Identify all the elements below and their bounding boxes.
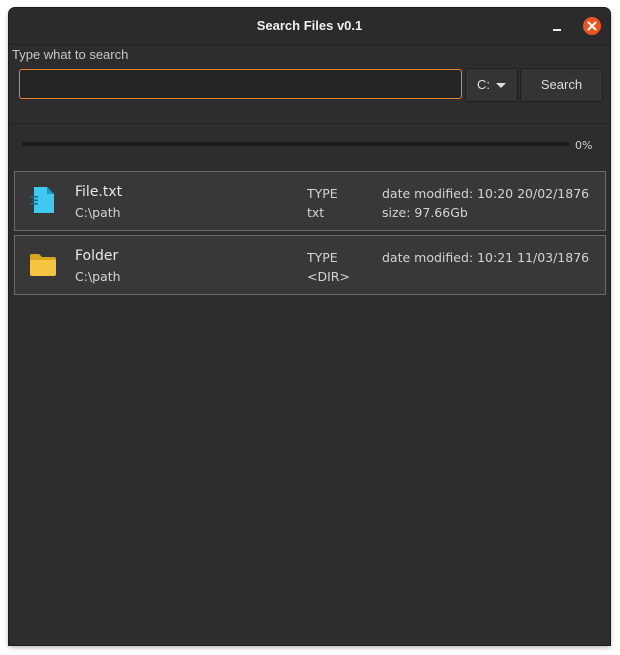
result-path: C:\path <box>75 205 121 220</box>
drive-select[interactable]: C: <box>465 68 518 102</box>
close-button[interactable] <box>583 17 601 35</box>
search-group: Type what to search C: Search <box>9 45 610 124</box>
result-type-label: TYPE <box>307 250 338 265</box>
result-row-folder[interactable]: Folder C:\path TYPE <DIR> date modified:… <box>14 235 606 295</box>
chevron-down-icon <box>496 83 506 88</box>
result-date-modified: date modified: 10:21 11/03/1876 <box>382 250 590 265</box>
result-size: size: 97.66Gb <box>382 205 468 220</box>
search-input[interactable] <box>19 69 462 99</box>
result-type: <DIR> <box>307 269 350 284</box>
progress-text: 0% <box>575 139 593 152</box>
result-path: C:\path <box>75 269 121 284</box>
minimize-icon <box>553 29 561 31</box>
search-label: Type what to search <box>12 47 129 62</box>
drive-select-value: C: <box>477 77 490 92</box>
text-file-icon <box>30 187 54 213</box>
close-icon <box>587 21 597 31</box>
result-type-label: TYPE <box>307 186 338 201</box>
result-name: Folder <box>75 248 119 264</box>
search-button[interactable]: Search <box>520 68 603 102</box>
result-date-modified: date modified: 10:20 20/02/1876 <box>382 186 590 201</box>
result-name: File.txt <box>75 184 123 200</box>
result-row-file[interactable]: File.txt C:\path TYPE txt date modified:… <box>14 171 606 231</box>
progress-bar <box>22 142 570 146</box>
folder-icon <box>30 254 56 276</box>
minimize-button[interactable] <box>549 18 565 34</box>
title-bar[interactable]: Search Files v0.1 <box>9 8 610 45</box>
app-window: Search Files v0.1 Type what to search C:… <box>9 8 610 645</box>
window-title: Search Files v0.1 <box>256 18 363 33</box>
result-type: txt <box>307 205 325 220</box>
